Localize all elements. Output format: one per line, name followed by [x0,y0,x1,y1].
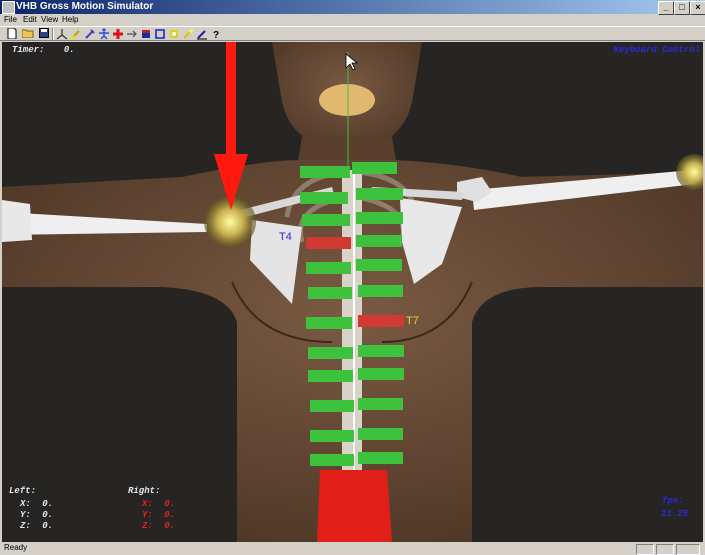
status-pane [656,544,674,555]
teeth [319,84,375,116]
right-z-readout: Z: 0. [142,521,176,531]
vertebra-bar-right[interactable] [358,315,404,327]
vertebra-bar-left[interactable] [306,317,352,329]
minimize-button[interactable]: _ [658,1,674,15]
lumbar-vertebrae [317,470,392,542]
right-x-readout: X: 0. [142,499,176,509]
status-pane [676,544,700,555]
vertebra-bar-left[interactable] [308,347,353,359]
left-z-readout: Z: 0. [20,521,54,531]
vertebra-bar-right[interactable] [358,428,403,440]
status-bar: Ready [0,542,705,555]
vertebra-bar-left[interactable] [306,262,351,274]
timer-label: Timer: [12,45,45,55]
left-x-readout: X: 0. [20,499,54,509]
vertebra-bar-left[interactable] [310,454,354,466]
vertebra-bar-right[interactable] [356,259,402,271]
vertebra-bar-left[interactable] [300,192,348,204]
vertebra-bar-right[interactable] [358,452,403,464]
vertebra-bar-right[interactable] [356,212,403,224]
flag-icon[interactable] [140,28,152,40]
vertebra-bar-right[interactable] [358,285,403,297]
pin-icon[interactable] [84,28,96,40]
anatomy-scene: T4 T7 [2,42,703,542]
menu-help[interactable]: Help [62,14,78,26]
vertebra-bar-left[interactable] [308,370,353,382]
help-icon[interactable]: ? [210,28,222,41]
red-cross-icon[interactable] [112,28,124,40]
right-label: Right: [128,486,161,496]
maximize-button[interactable]: □ [674,1,690,15]
vertebra-bar-left[interactable] [306,237,351,249]
left-label: Left: [9,486,37,496]
vertebra-bar-left[interactable] [310,400,354,412]
3d-viewport[interactable]: T4 T7 Timer: 0. Keyboard Control Left: X… [2,42,703,542]
vertebra-bar-right[interactable] [358,345,404,357]
timer-display: Timer: 0. [12,45,75,55]
square-icon[interactable] [154,28,166,40]
pen-icon[interactable] [196,28,208,40]
vertebra-bar-right[interactable] [356,188,403,200]
new-file-icon[interactable] [6,27,18,40]
save-icon[interactable] [38,28,50,40]
paint-icon[interactable] [70,28,82,40]
menu-edit[interactable]: Edit [23,14,37,26]
left-y-readout: Y: 0. [20,510,54,520]
axes-icon[interactable] [56,28,68,40]
t4-label: T4 [279,231,292,243]
vertebra-bar-right[interactable] [358,368,404,380]
vertebra-bar-right[interactable] [356,235,402,247]
toolbar: ? [0,26,705,41]
title-bar: VHB Gross Motion Simulator _ □ × [0,0,705,15]
figure-icon[interactable] [98,28,110,40]
timer-value: 0. [63,45,75,55]
right-hand-bone [2,200,32,242]
t7-label: T7 [406,315,419,327]
right-y-readout: Y: 0. [142,510,176,520]
status-text: Ready [4,543,28,552]
vertebra-bar-right[interactable] [352,162,397,174]
sphere-icon[interactable] [168,28,180,40]
sparkle-icon[interactable] [182,28,194,40]
toolbar-separator [52,28,54,40]
vertebra-bar-left[interactable] [310,430,354,442]
force-arrow-shaft [226,42,236,154]
status-pane [636,544,654,555]
fps-label: fps: [662,496,684,506]
close-button[interactable]: × [690,1,705,15]
menu-bar: File Edit View Help [0,14,705,26]
vertebra-bar-left[interactable] [300,166,350,178]
svg-text:?: ? [213,30,219,40]
vertebra-bar-left[interactable] [302,214,350,226]
arrow-icon[interactable] [126,28,138,40]
app-icon[interactable] [2,1,15,14]
window-title: VHB Gross Motion Simulator [16,1,154,12]
fps-value: 11.25 [661,509,689,519]
menu-file[interactable]: File [4,14,17,26]
vertebra-bar-left[interactable] [308,287,352,299]
menu-view[interactable]: View [41,14,58,26]
vertebra-bar-right[interactable] [358,398,403,410]
open-folder-icon[interactable] [21,28,34,40]
control-mode: Keyboard Control [613,45,700,55]
